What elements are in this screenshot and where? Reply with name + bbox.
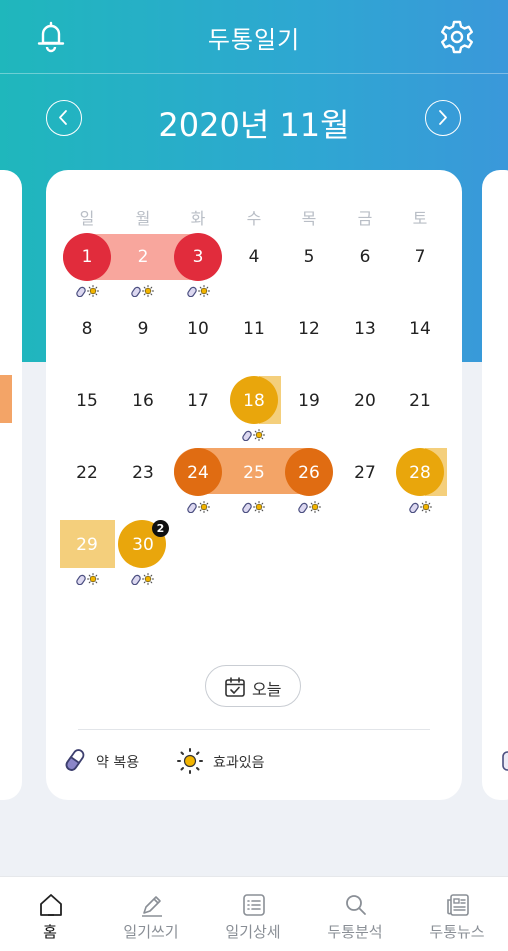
day-24[interactable]: 24 [173, 463, 223, 483]
day-21[interactable]: 21 [395, 391, 445, 411]
day-28[interactable]: 28 [395, 463, 445, 483]
medication-effective-icon [131, 573, 155, 585]
medication-effective-icon [131, 285, 155, 297]
weekday-sun: 일 [79, 209, 95, 228]
month-navigation: 2020년 11월 [0, 96, 508, 144]
day-13[interactable]: 13 [340, 319, 390, 339]
header-divider [0, 73, 508, 74]
day-9[interactable]: 9 [118, 319, 168, 339]
medication-effective-icon [187, 501, 211, 513]
legend-divider [78, 729, 430, 730]
tab-home-label: 홈 [43, 923, 57, 941]
weekday-mon: 월 [135, 209, 151, 228]
today-button[interactable]: 오늘 [205, 665, 301, 707]
pill-icon [65, 749, 85, 771]
app-title: 두통일기 [207, 26, 301, 54]
tab-diary-detail-label: 일기상세 [225, 923, 281, 941]
previous-month-card[interactable] [0, 170, 22, 800]
medication-effective-icon [242, 501, 266, 513]
day-19[interactable]: 19 [284, 391, 334, 411]
medication-effective-icon [409, 501, 433, 513]
day-29[interactable]: 29 [62, 535, 112, 555]
home-icon [40, 894, 62, 916]
tab-write-diary[interactable]: 일기쓰기 [101, 877, 201, 951]
weekday-sat: 토 [412, 209, 428, 228]
search-icon [346, 895, 366, 915]
newspaper-icon [447, 894, 469, 916]
day-11[interactable]: 11 [229, 319, 279, 339]
day-30[interactable]: 30 [118, 535, 168, 555]
weekday-thu: 목 [301, 209, 317, 228]
day-6[interactable]: 6 [340, 247, 390, 267]
next-month-button[interactable] [425, 100, 461, 136]
tab-headache-news[interactable]: 두통뉴스 [407, 877, 507, 951]
day-20[interactable]: 20 [340, 391, 390, 411]
tab-headache-analysis[interactable]: 두통분석 [305, 877, 405, 951]
tab-headache-analysis-label: 두통분석 [327, 923, 383, 941]
tab-home[interactable]: 홈 [0, 877, 100, 951]
settings-gear-icon[interactable] [437, 17, 477, 57]
legend-medication-label: 약 복용 [96, 755, 140, 771]
legend-effective-label: 효과있음 [213, 755, 265, 771]
tab-headache-news-label: 두통뉴스 [429, 923, 485, 941]
day-3[interactable]: 3 [173, 247, 223, 267]
day-15[interactable]: 15 [62, 391, 112, 411]
today-button-label: 오늘 [252, 680, 282, 699]
pill-icon [502, 751, 508, 771]
pencil-icon [142, 896, 162, 917]
day-7[interactable]: 7 [395, 247, 445, 267]
day-16[interactable]: 16 [118, 391, 168, 411]
calendar-check-icon [225, 677, 245, 697]
tab-diary-detail[interactable]: 일기상세 [203, 877, 303, 951]
day-4[interactable]: 4 [229, 247, 279, 267]
medication-effective-icon [242, 429, 266, 441]
tab-write-diary-label: 일기쓰기 [123, 923, 179, 941]
chevron-right-icon [439, 110, 447, 125]
day-26[interactable]: 26 [284, 463, 334, 483]
day-8[interactable]: 8 [62, 319, 112, 339]
medication-effective-icon [187, 285, 211, 297]
day-10[interactable]: 10 [173, 319, 223, 339]
weekday-tue: 화 [190, 209, 206, 228]
medication-effective-icon [76, 285, 100, 297]
day-12[interactable]: 12 [284, 319, 334, 339]
day-14[interactable]: 14 [395, 319, 445, 339]
day-25[interactable]: 25 [229, 463, 279, 483]
day-5[interactable]: 5 [284, 247, 334, 267]
list-icon [243, 894, 265, 916]
day-23[interactable]: 23 [118, 463, 168, 483]
sun-effective-icon [177, 748, 203, 774]
previous-card-marker [0, 375, 12, 423]
day-17[interactable]: 17 [173, 391, 223, 411]
weekday-wed: 수 [246, 209, 262, 228]
medication-effective-icon [298, 501, 322, 513]
day-1[interactable]: 1 [62, 247, 112, 267]
next-month-card[interactable] [482, 170, 508, 800]
day-18[interactable]: 18 [229, 391, 279, 411]
weekday-fri: 금 [357, 209, 373, 228]
day-2[interactable]: 2 [118, 247, 168, 267]
entry-count-badge: 2 [152, 520, 169, 537]
day-27[interactable]: 27 [340, 463, 390, 483]
medication-effective-icon [76, 573, 100, 585]
day-22[interactable]: 22 [62, 463, 112, 483]
bottom-tab-bar: 홈 일기쓰기 일기상세 두통분석 두통뉴스 [0, 876, 508, 951]
